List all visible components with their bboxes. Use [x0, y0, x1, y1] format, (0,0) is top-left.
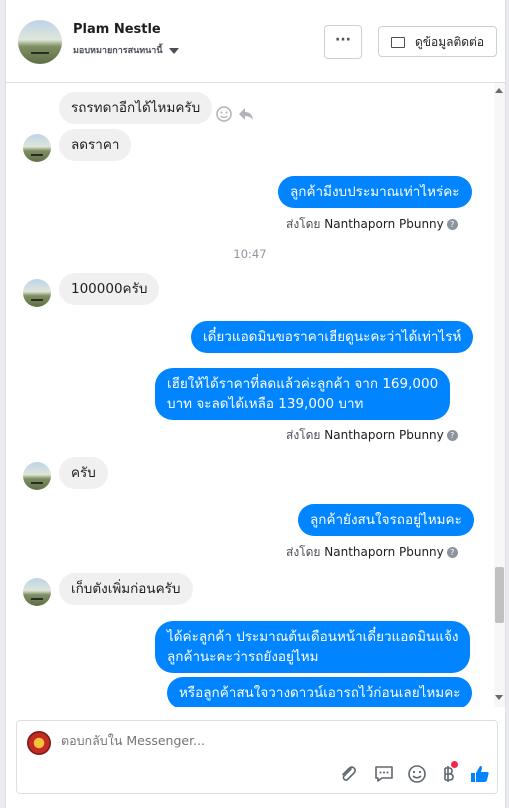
message-outgoing[interactable]: หรือลูกค้าสนใจวางดาวน์เอารถไว้ก่อนเลยไหม… — [167, 677, 473, 707]
message-outgoing[interactable]: ลูกค้ามีงบประมาณเท่าไหร่คะ — [278, 176, 472, 208]
message-line: เฮียให้ได้ราคาที่ลดแล้วค่ะลูกค้า จาก 169… — [167, 376, 439, 392]
notification-dot — [451, 761, 458, 768]
message-list[interactable]: รถรทดาอีกได้ไหมครับ ลดราคา ลูกค้ามีงบประ… — [6, 83, 494, 707]
paperclip-icon[interactable] — [337, 763, 359, 785]
sent-by-label: ส่งโดย Nanthaporn Pbunny? — [286, 215, 458, 234]
message-timestamp: 10:47 — [233, 247, 267, 261]
sent-by-prefix: ส่งโดย — [286, 545, 321, 559]
sent-by-prefix: ส่งโดย — [286, 428, 321, 442]
sent-by-label: ส่งโดย Nanthaporn Pbunny? — [286, 426, 458, 445]
reply-composer — [16, 720, 498, 794]
conversation-header: Plam Nestle มอบหมายการสนทนานี้ ··· ดูข้อ… — [6, 0, 505, 83]
sent-by-agent: Nanthaporn Pbunny — [324, 428, 444, 442]
help-icon[interactable]: ? — [446, 219, 458, 230]
message-outgoing[interactable]: ลูกค้ายังสนใจรถอยู่ไหมคะ — [298, 504, 474, 536]
conversation-panel: Plam Nestle มอบหมายการสนทนานี้ ··· ดูข้อ… — [5, 0, 506, 808]
scroll-down-icon[interactable] — [495, 695, 503, 700]
contact-avatar-small — [23, 462, 51, 490]
message-outgoing-multiline[interactable]: เฮียให้ได้ราคาที่ลดแล้วค่ะลูกค้า จาก 169… — [155, 368, 451, 420]
contact-avatar-small — [23, 578, 51, 606]
message-line: ได้ค่ะลูกค้า ประมาณต้นเดือนหน้าเดี๋ยวแอด… — [167, 629, 459, 645]
message-outgoing[interactable]: เดี๋ยวแอดมินขอราคาเฮียดูนะคะว่าได้เท่าไร… — [191, 321, 474, 353]
contact-avatar[interactable] — [18, 20, 62, 64]
scrollbar-thumb[interactable] — [495, 567, 504, 623]
react-smiley-icon[interactable] — [215, 105, 233, 123]
view-contact-info-label: ดูข้อมูลติดต่อ — [415, 35, 485, 49]
message-scrollbar[interactable] — [494, 83, 505, 707]
sent-by-agent: Nanthaporn Pbunny — [324, 545, 444, 559]
contact-card-icon — [391, 37, 405, 48]
message-incoming[interactable]: เก็บตังเพิ่มก่อนครับ — [59, 573, 193, 605]
thumbs-up-icon[interactable] — [469, 763, 491, 785]
contact-name[interactable]: Plam Nestle — [73, 22, 161, 37]
scroll-up-icon[interactable] — [495, 88, 503, 93]
message-line: บาท จะลดได้เหลือ 139,000 บาท — [167, 396, 364, 412]
assign-conversation-dropdown[interactable]: มอบหมายการสนทนานี้ — [73, 43, 179, 57]
help-icon[interactable]: ? — [446, 430, 458, 441]
view-contact-info-button[interactable]: ดูข้อมูลติดต่อ — [378, 26, 497, 57]
help-icon[interactable]: ? — [446, 547, 458, 558]
message-incoming[interactable]: ลดราคา — [59, 129, 132, 161]
chat-bubble-icon[interactable] — [373, 763, 395, 785]
assign-conversation-label: มอบหมายการสนทนานี้ — [73, 46, 163, 56]
smiley-icon[interactable] — [406, 763, 428, 785]
reply-input[interactable] — [61, 733, 461, 748]
caret-down-icon — [168, 47, 179, 54]
message-line: ลูกค้านะคะว่ารถยังอยู่ไหม — [167, 649, 319, 665]
message-incoming[interactable]: 100000ครับ — [59, 273, 160, 305]
sent-by-prefix: ส่งโดย — [286, 217, 321, 231]
message-incoming[interactable]: รถรทดาอีกได้ไหมครับ — [59, 92, 213, 124]
sent-by-label: ส่งโดย Nanthaporn Pbunny? — [286, 543, 458, 562]
message-outgoing-multiline[interactable]: ได้ค่ะลูกค้า ประมาณต้นเดือนหน้าเดี๋ยวแอด… — [155, 621, 471, 673]
contact-avatar-small — [23, 134, 51, 162]
sent-by-agent: Nanthaporn Pbunny — [324, 217, 444, 231]
more-options-button[interactable]: ··· — [324, 25, 362, 59]
page-avatar — [27, 731, 51, 755]
message-incoming[interactable]: ครับ — [59, 457, 108, 489]
contact-avatar-small — [23, 279, 51, 307]
reply-arrow-icon[interactable] — [237, 105, 255, 123]
